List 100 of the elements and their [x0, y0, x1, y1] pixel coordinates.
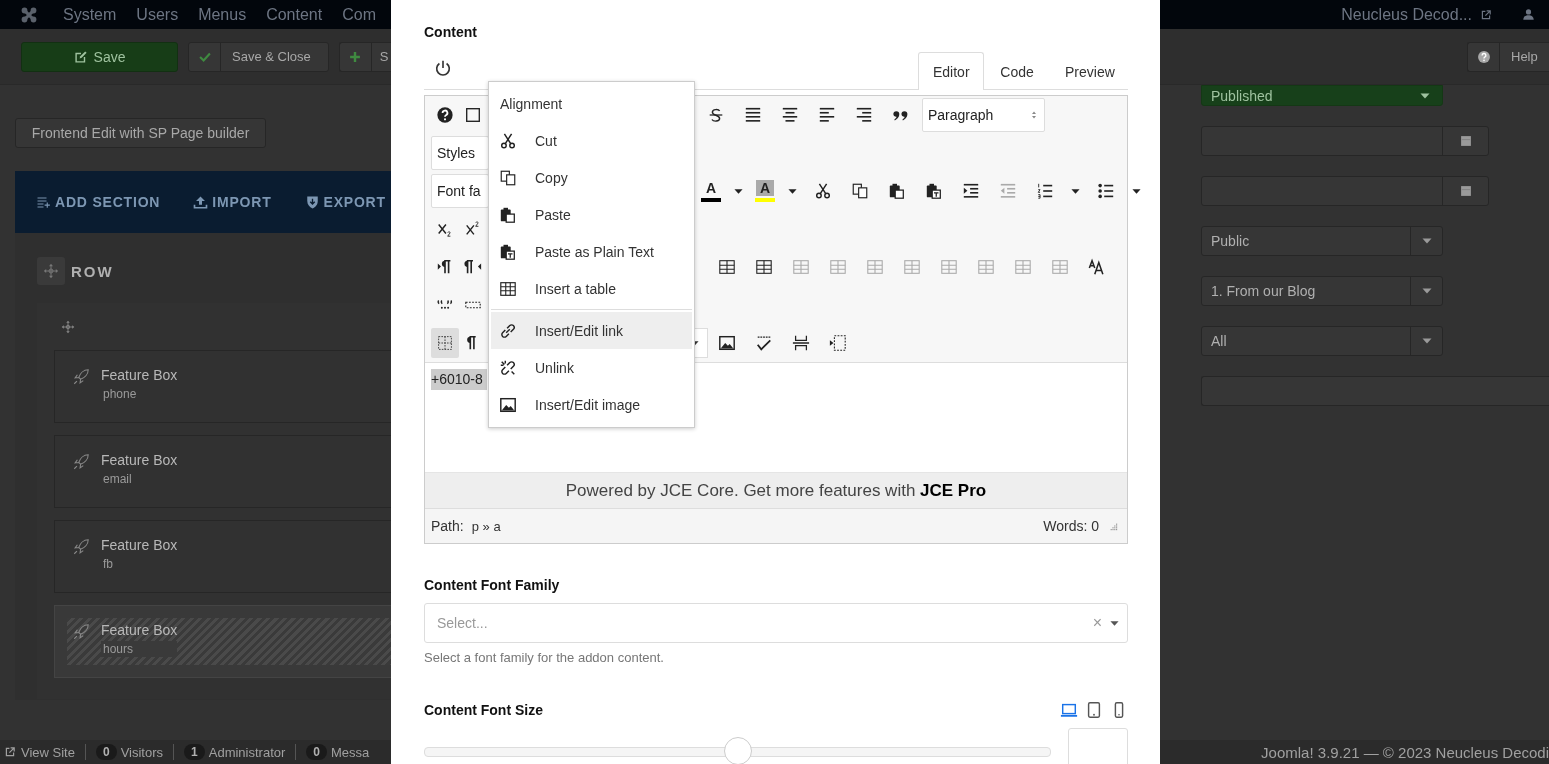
- table-grid-icon[interactable]: [754, 258, 773, 276]
- calendar-icon[interactable]: [1458, 134, 1473, 148]
- caret-icon: [1421, 236, 1432, 246]
- nav-menu-item[interactable]: Content: [266, 5, 323, 24]
- caret-icon[interactable]: [787, 186, 797, 196]
- nav-menu-item[interactable]: Menus: [198, 5, 247, 24]
- format-select[interactable]: Paragraph: [922, 98, 1045, 132]
- addon-card[interactable]: Feature Box email: [54, 435, 391, 508]
- logo-icon[interactable]: [20, 5, 38, 24]
- promo-text: Powered by JCE Core. Get more features with JCE Pro: [425, 472, 1127, 508]
- align-right-icon[interactable]: [854, 106, 873, 124]
- calendar-icon[interactable]: [1458, 184, 1473, 198]
- numbered-list-icon[interactable]: [1035, 182, 1054, 200]
- help-button[interactable]: Help: [1467, 41, 1549, 72]
- slider-track[interactable]: [424, 737, 1051, 764]
- edit-icon: [73, 49, 88, 64]
- help-icon: [1476, 49, 1491, 64]
- user-icon[interactable]: [1522, 8, 1535, 21]
- date-field[interactable]: [1201, 126, 1489, 156]
- download-icon: [304, 194, 320, 210]
- superscript-icon[interactable]: [464, 220, 482, 238]
- slider-thumb[interactable]: [723, 737, 752, 764]
- path-label: Path:: [431, 518, 464, 534]
- save-new-button[interactable]: S: [338, 41, 391, 72]
- tablet-icon[interactable]: [1085, 701, 1103, 719]
- menu-item[interactable]: Insert a table: [491, 270, 692, 307]
- menu-item[interactable]: Insert/Edit image: [491, 386, 692, 423]
- caret-icon[interactable]: [1131, 186, 1141, 196]
- caret-icon[interactable]: [1070, 186, 1080, 196]
- count-badge: 0: [306, 744, 327, 760]
- count-badge: 0: [95, 744, 117, 760]
- table-grid-icon[interactable]: [717, 258, 736, 276]
- highlight-button[interactable]: A: [750, 176, 780, 206]
- power-icon[interactable]: [434, 59, 452, 77]
- copy-icon: [499, 168, 517, 187]
- move-icon[interactable]: [61, 320, 75, 334]
- addon-card[interactable]: Feature Box fb: [54, 520, 391, 593]
- plus-icon: [348, 49, 363, 64]
- format-select[interactable]: Styles: [431, 136, 489, 170]
- text-color-button[interactable]: A: [696, 176, 726, 206]
- format-select[interactable]: Font fa: [431, 174, 489, 208]
- image-icon[interactable]: [717, 334, 736, 352]
- page-break-icon[interactable]: [791, 334, 810, 352]
- paste-icon[interactable]: [887, 182, 906, 200]
- select-field[interactable]: Public: [1201, 226, 1443, 256]
- nav-menu-item[interactable]: Users: [136, 5, 179, 24]
- view-site-link[interactable]: View Site: [4, 744, 75, 760]
- paste-text-icon[interactable]: [924, 182, 943, 200]
- text-style-icon[interactable]: [1087, 258, 1106, 276]
- builder-action-link[interactable]: EXPORT: [304, 194, 386, 210]
- external-link-icon: [1480, 8, 1492, 21]
- builder-action-link[interactable]: IMPORT: [193, 194, 272, 210]
- copyright-text: Joomla! 3.9.21 — © 2023 Neucleus Decodi: [1261, 743, 1549, 761]
- menu-item[interactable]: Copy: [491, 159, 692, 196]
- copy-icon[interactable]: [850, 182, 869, 200]
- menu-heading: Alignment: [499, 95, 564, 114]
- paste-text-icon: [499, 242, 517, 261]
- spellcheck-icon[interactable]: [754, 334, 773, 352]
- save-close-button[interactable]: Save & Close: [188, 41, 329, 72]
- builder-action-link[interactable]: ADD SECTION: [36, 194, 161, 210]
- addon-subtitle: hours: [101, 641, 178, 657]
- menu-item[interactable]: Cut: [491, 122, 692, 159]
- editor-tab[interactable]: Editor: [918, 52, 984, 90]
- scissors-icon: [499, 131, 517, 150]
- dashed-grid-icon[interactable]: [431, 328, 459, 358]
- nav-menu-item[interactable]: System: [63, 5, 117, 24]
- rocket-icon: [72, 538, 90, 556]
- number-input[interactable]: [1068, 728, 1128, 764]
- date-field[interactable]: [1201, 176, 1489, 206]
- align-justify-icon[interactable]: [743, 106, 762, 124]
- addon-card[interactable]: Feature Box hours: [54, 605, 391, 678]
- menu-item[interactable]: Paste as Plain Text: [491, 233, 692, 270]
- select-field[interactable]: 1. From our Blog: [1201, 276, 1443, 306]
- scissors-icon[interactable]: [813, 182, 832, 200]
- caret-icon[interactable]: [733, 186, 743, 196]
- status-select[interactable]: Published: [1201, 85, 1443, 106]
- bullet-list-icon[interactable]: [1096, 182, 1115, 200]
- paste-icon: [499, 205, 517, 224]
- frontend-edit-button[interactable]: Frontend Edit with SP Page builder: [15, 118, 266, 148]
- drag-handle[interactable]: [37, 257, 65, 285]
- editor-tab[interactable]: Preview: [1050, 52, 1125, 90]
- align-center-icon[interactable]: [780, 106, 799, 124]
- indent-icon[interactable]: [961, 182, 980, 200]
- nav-menu-item[interactable]: Com: [342, 5, 376, 24]
- save-button[interactable]: Save: [21, 41, 179, 72]
- status-label: Messa: [331, 744, 370, 760]
- square-icon[interactable]: [464, 106, 482, 124]
- addon-title: Feature Box: [101, 451, 178, 469]
- dashed-page-icon[interactable]: [828, 334, 847, 352]
- editor-tab[interactable]: Code: [984, 52, 1050, 90]
- menu-item[interactable]: Insert/Edit link: [491, 312, 692, 349]
- align-left-icon[interactable]: [817, 106, 836, 124]
- menu-item[interactable]: Unlink: [491, 349, 692, 386]
- addon-card[interactable]: Feature Box phone: [54, 350, 391, 423]
- menu-item[interactable]: Paste: [491, 196, 692, 233]
- desktop-icon[interactable]: [1060, 701, 1078, 719]
- field-label: Content: [424, 23, 478, 41]
- select-field[interactable]: All: [1201, 326, 1443, 356]
- pilcrow-arrow-icon[interactable]: [464, 258, 482, 276]
- help-icon[interactable]: [436, 106, 454, 124]
